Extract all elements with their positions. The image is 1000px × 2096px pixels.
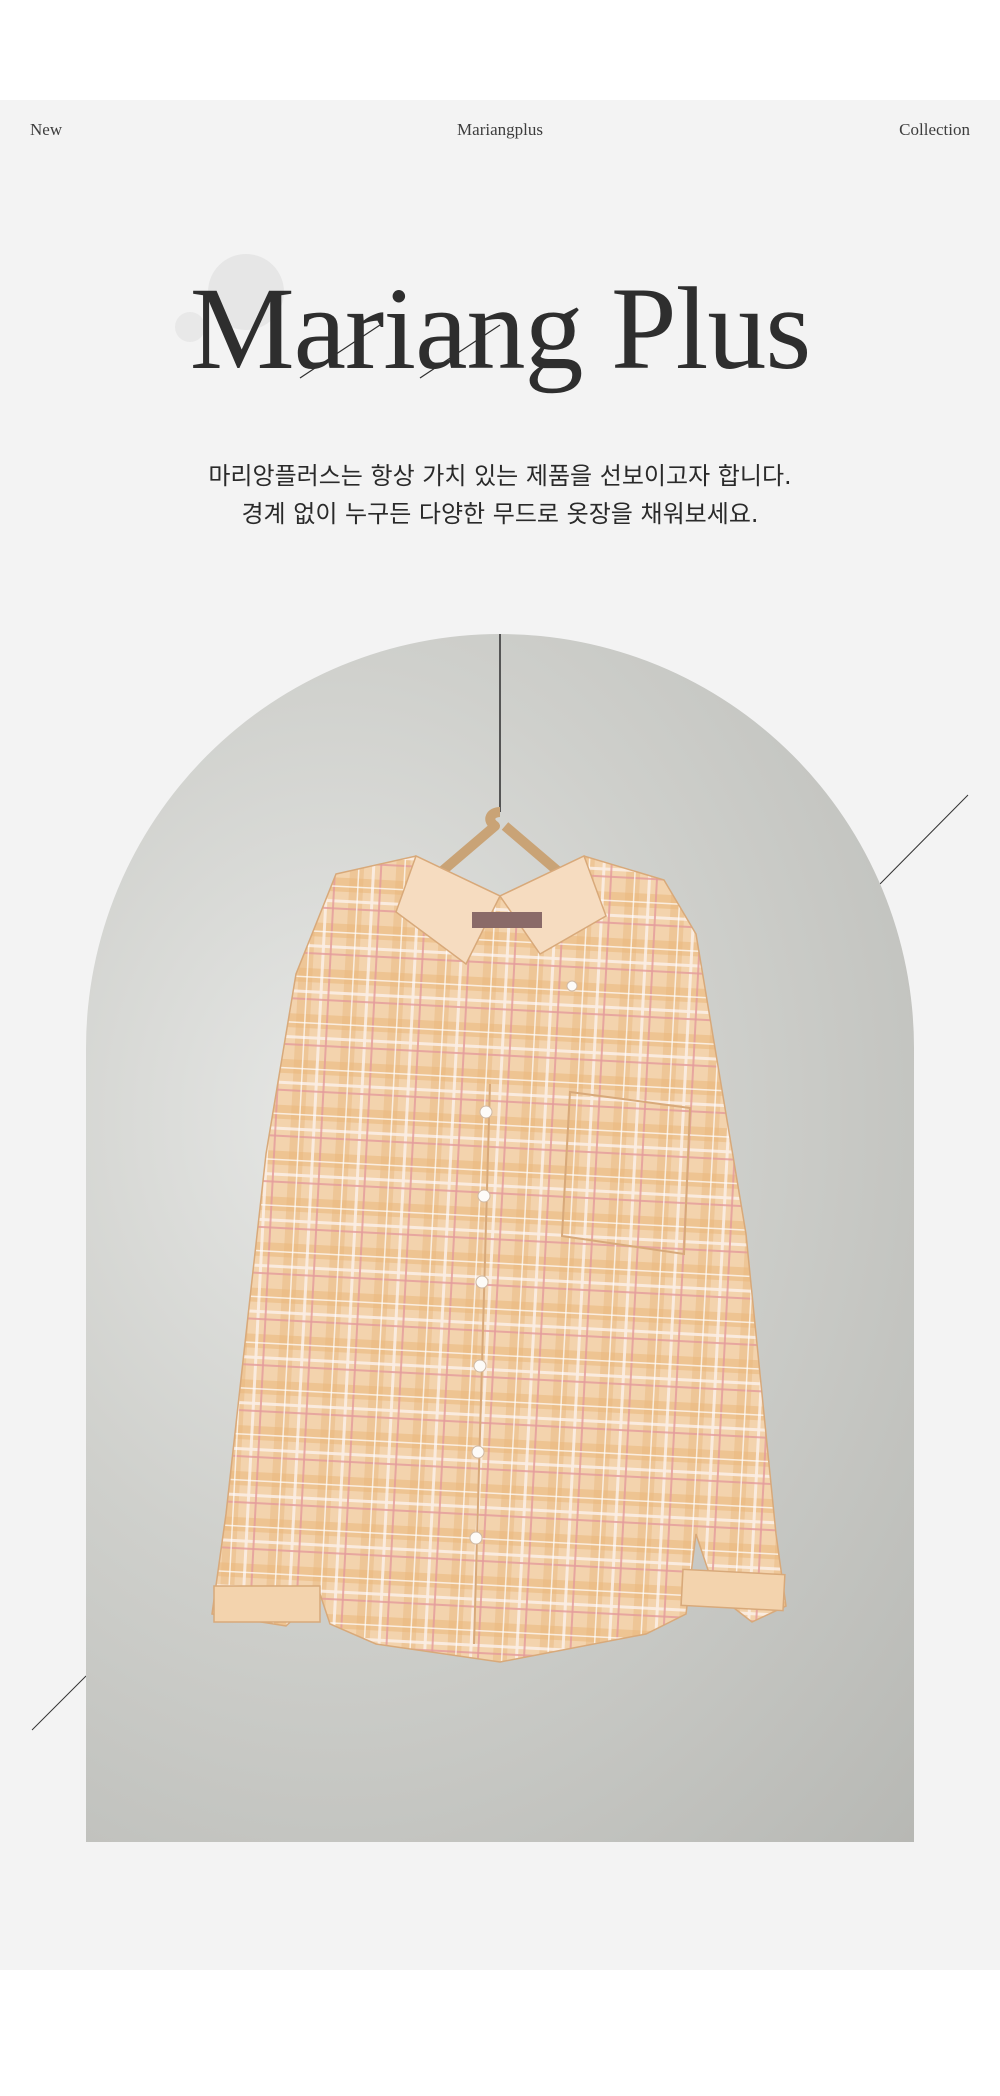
tagline-line-1: 마리앙플러스는 항상 가치 있는 제품을 선보이고자 합니다. [208,462,792,490]
left-cuff [213,1585,321,1623]
right-cuff [680,1568,786,1612]
shirt-body [211,855,787,1663]
tagline-line-2: 경계 없이 누구든 다양한 무드로 옷장을 채워보세요. [241,500,759,528]
plaid-shirt-image [211,634,787,1663]
product-image-frame [86,634,914,1842]
neck-label [472,912,542,928]
